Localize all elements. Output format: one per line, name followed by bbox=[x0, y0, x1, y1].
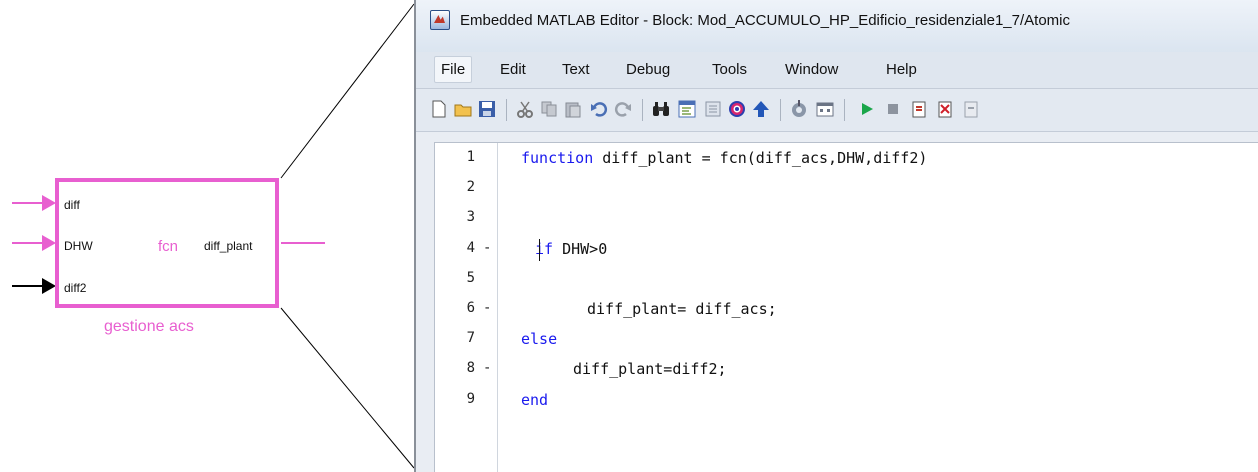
code-text: diff_plant= diff_acs; bbox=[587, 300, 777, 318]
window-title: Embedded MATLAB Editor - Block: Mod_ACCU… bbox=[460, 12, 1070, 29]
step-icon[interactable] bbox=[962, 100, 980, 118]
menu-edit[interactable]: Edit bbox=[500, 61, 526, 78]
step-out-icon[interactable] bbox=[936, 100, 954, 118]
toolbar-separator bbox=[780, 99, 781, 121]
code-statement: diff_plant= diff_acs; bbox=[587, 300, 777, 318]
code-line[interactable]: 4- if DHW>0 bbox=[435, 240, 1258, 270]
find-icon[interactable] bbox=[652, 100, 670, 118]
line-number: 5 bbox=[466, 269, 475, 286]
stop-icon[interactable] bbox=[884, 100, 902, 118]
code-statement: DHW>0 bbox=[553, 239, 608, 258]
code-editor[interactable]: 1 function diff_plant = fcn(diff_acs,DHW,… bbox=[434, 142, 1258, 472]
paste-icon[interactable] bbox=[564, 100, 582, 118]
line-number: 7 bbox=[466, 330, 475, 347]
new-file-icon[interactable] bbox=[430, 100, 448, 118]
matlab-editor-window: Embedded MATLAB Editor - Block: Mod_ACCU… bbox=[414, 0, 1258, 472]
code-text: if DHW>0 bbox=[535, 240, 607, 258]
code-keyword: if bbox=[535, 239, 554, 258]
code-line[interactable]: 8- diff_plant=diff2; bbox=[435, 360, 1258, 390]
line-number: 6 bbox=[466, 300, 475, 316]
text-cursor bbox=[539, 239, 540, 261]
code-line[interactable]: 9 end bbox=[435, 391, 1258, 421]
code-text: end bbox=[521, 391, 548, 409]
menu-bar: File Edit Text Debug Tools Window Help bbox=[416, 52, 1258, 89]
matlab-function-block[interactable]: diff DHW diff2 fcn diff_plant bbox=[55, 178, 279, 308]
code-text: function diff_plant = fcn(diff_acs,DHW,d… bbox=[521, 149, 927, 167]
code-line[interactable]: 6- diff_plant= diff_acs; bbox=[435, 300, 1258, 330]
run-icon[interactable] bbox=[858, 100, 876, 118]
breakpoint-marker[interactable]: - bbox=[483, 360, 491, 376]
cut-icon[interactable] bbox=[516, 100, 534, 118]
code-line[interactable]: 5 bbox=[435, 270, 1258, 300]
menu-debug[interactable]: Debug bbox=[626, 61, 670, 78]
menu-tools[interactable]: Tools bbox=[712, 61, 747, 78]
matlab-app-icon bbox=[430, 10, 450, 30]
model-icon[interactable] bbox=[704, 100, 722, 118]
menu-file[interactable]: File bbox=[434, 56, 473, 83]
undo-icon[interactable] bbox=[590, 100, 608, 118]
line-number: 8 bbox=[466, 360, 475, 377]
code-statement: diff_plant=diff2; bbox=[573, 360, 727, 379]
code-line[interactable]: 3 bbox=[435, 209, 1258, 239]
explorer-icon[interactable] bbox=[678, 100, 696, 118]
code-line[interactable]: 2 bbox=[435, 179, 1258, 209]
line-number: 3 bbox=[466, 209, 475, 226]
build-icon[interactable] bbox=[790, 100, 808, 118]
redo-icon[interactable] bbox=[614, 100, 632, 118]
copy-icon[interactable] bbox=[540, 100, 558, 118]
breakpoint-marker[interactable]: - bbox=[483, 240, 491, 256]
line-number: 9 bbox=[466, 390, 475, 407]
menu-text[interactable]: Text bbox=[562, 61, 590, 78]
zoom-line-top bbox=[280, 3, 415, 179]
code-line[interactable]: 7 else bbox=[435, 330, 1258, 360]
code-text: diff_plant=diff2; bbox=[573, 360, 727, 378]
toolbar-separator bbox=[506, 99, 507, 121]
breakpoint-marker[interactable]: - bbox=[483, 300, 491, 316]
input-port-diff2: diff2 bbox=[64, 281, 87, 295]
code-line[interactable]: 1 function diff_plant = fcn(diff_acs,DHW,… bbox=[435, 149, 1258, 179]
code-statement: diff_plant = fcn(diff_acs,DHW,diff2) bbox=[593, 149, 928, 167]
line-number: 2 bbox=[466, 179, 475, 196]
save-icon[interactable] bbox=[478, 100, 496, 118]
code-text: else bbox=[521, 330, 557, 348]
line-number: 1 bbox=[466, 149, 475, 165]
code-keyword: else bbox=[521, 330, 558, 349]
menu-window[interactable]: Window bbox=[785, 61, 838, 78]
zoom-line-bottom bbox=[280, 307, 415, 469]
ports-icon[interactable] bbox=[816, 100, 834, 118]
open-folder-icon[interactable] bbox=[454, 100, 472, 118]
function-label: fcn bbox=[158, 238, 179, 255]
step-in-icon[interactable] bbox=[910, 100, 928, 118]
line-number: 4 bbox=[466, 239, 475, 256]
input-port-dhw: DHW bbox=[64, 239, 93, 253]
toolbar bbox=[416, 89, 1258, 132]
input-port-diff: diff bbox=[64, 198, 80, 212]
block-caption: gestione acs bbox=[104, 318, 194, 335]
toolbar-separator bbox=[844, 99, 845, 121]
output-port-diff-plant: diff_plant bbox=[204, 239, 253, 253]
code-keyword: end bbox=[521, 390, 549, 409]
title-bar: Embedded MATLAB Editor - Block: Mod_ACCU… bbox=[416, 0, 1258, 52]
toolbar-separator bbox=[642, 99, 643, 121]
menu-help[interactable]: Help bbox=[886, 61, 917, 78]
up-arrow-icon[interactable] bbox=[752, 100, 770, 118]
target-icon[interactable] bbox=[728, 100, 746, 118]
code-keyword: function bbox=[521, 149, 594, 167]
